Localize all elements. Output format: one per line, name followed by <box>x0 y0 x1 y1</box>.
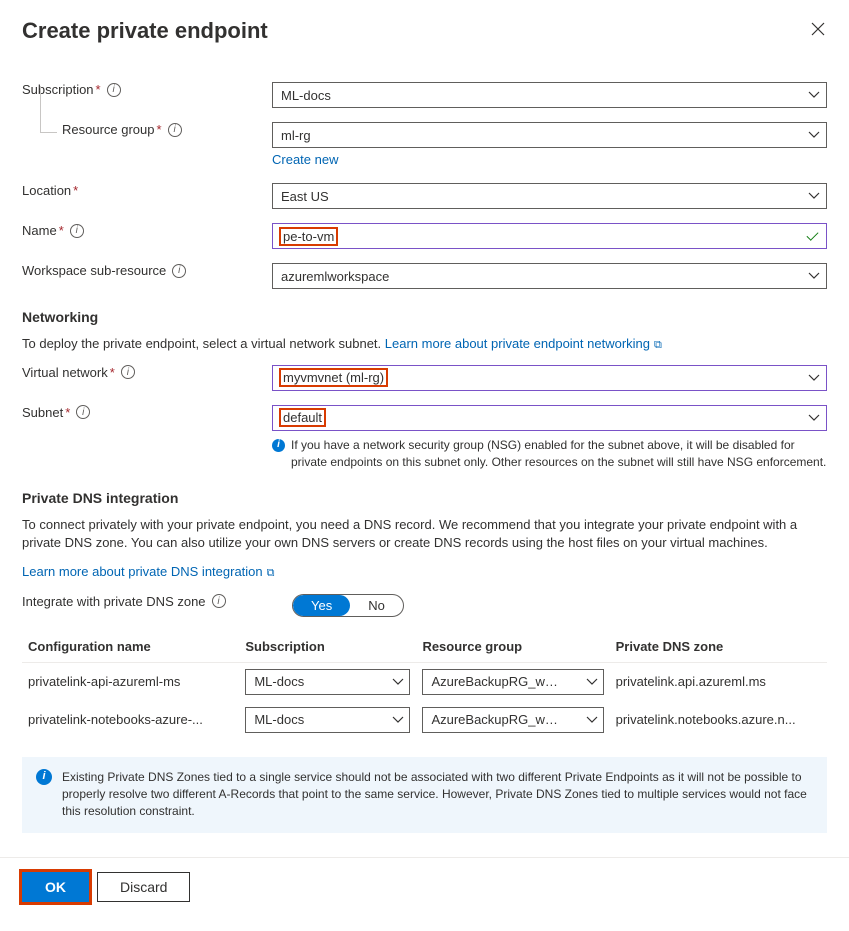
close-icon[interactable] <box>807 18 827 44</box>
chevron-down-icon <box>808 131 820 139</box>
table-row: privatelink-notebooks-azure-... ML-docs … <box>22 701 827 739</box>
vnet-select[interactable]: myvmvnet (ml-rg) <box>272 365 827 391</box>
required-icon: * <box>59 223 64 238</box>
sub-resource-label: Workspace sub-resource <box>22 263 166 278</box>
info-icon[interactable]: i <box>212 594 226 608</box>
name-input[interactable]: pe-to-vm <box>272 223 827 249</box>
row-rg-select[interactable]: AzureBackupRG_westus_1 <box>422 707 603 733</box>
col-subscription-header: Subscription <box>239 631 416 663</box>
chevron-down-icon <box>586 716 598 724</box>
location-value: East US <box>281 189 329 204</box>
chevron-down-icon <box>808 272 820 280</box>
row-subscription-select[interactable]: ML-docs <box>245 669 410 695</box>
dns-alert-text: Existing Private DNS Zones tied to a sin… <box>62 769 813 821</box>
chevron-down-icon <box>808 414 820 422</box>
info-icon[interactable]: i <box>121 365 135 379</box>
subscription-value: ML-docs <box>281 88 331 103</box>
create-new-link[interactable]: Create new <box>272 152 338 167</box>
subscription-select[interactable]: ML-docs <box>272 82 827 108</box>
sub-resource-value: azuremlworkspace <box>281 269 389 284</box>
dns-config-table: Configuration name Subscription Resource… <box>22 631 827 739</box>
required-icon: * <box>110 365 115 380</box>
resource-group-value: ml-rg <box>281 128 311 143</box>
subnet-value: default <box>279 408 326 427</box>
chevron-down-icon <box>392 716 404 724</box>
chevron-down-icon <box>808 91 820 99</box>
info-icon[interactable]: i <box>70 224 84 238</box>
subnet-select[interactable]: default <box>272 405 827 431</box>
external-link-icon: ⧉ <box>654 339 662 351</box>
config-name-cell: privatelink-api-azureml-ms <box>22 662 239 701</box>
chevron-down-icon <box>392 678 404 686</box>
integrate-dns-toggle[interactable]: Yes No <box>292 594 404 617</box>
toggle-no[interactable]: No <box>350 595 403 616</box>
row-subscription-select[interactable]: ML-docs <box>245 707 410 733</box>
networking-heading: Networking <box>22 309 827 325</box>
resource-group-select[interactable]: ml-rg <box>272 122 827 148</box>
table-row: privatelink-api-azureml-ms ML-docs Azure… <box>22 662 827 701</box>
col-rg-header: Resource group <box>416 631 609 663</box>
location-label: Location <box>22 183 71 198</box>
info-icon[interactable]: i <box>172 264 186 278</box>
vnet-value: myvmvnet (ml-rg) <box>279 368 388 387</box>
dns-heading: Private DNS integration <box>22 490 827 506</box>
required-icon: * <box>96 82 101 97</box>
row-rg-select[interactable]: AzureBackupRG_westus_1 <box>422 669 603 695</box>
name-label: Name <box>22 223 57 238</box>
subscription-label: Subscription <box>22 82 94 97</box>
resource-group-label: Resource group <box>62 122 155 137</box>
required-icon: * <box>65 405 70 420</box>
col-zone-header: Private DNS zone <box>610 631 827 663</box>
info-icon[interactable]: i <box>76 405 90 419</box>
row-rg-value: AzureBackupRG_westus_1 <box>431 674 561 689</box>
config-name-cell: privatelink-notebooks-azure-... <box>22 701 239 739</box>
name-value: pe-to-vm <box>279 227 338 246</box>
nsg-note: i If you have a network security group (… <box>272 437 827 471</box>
external-link-icon: ⧉ <box>267 567 275 579</box>
required-icon: * <box>157 122 162 137</box>
sub-resource-select[interactable]: azuremlworkspace <box>272 263 827 289</box>
location-select[interactable]: East US <box>272 183 827 209</box>
dns-alert: i Existing Private DNS Zones tied to a s… <box>22 757 827 833</box>
discard-button[interactable]: Discard <box>97 872 190 902</box>
chevron-down-icon <box>808 192 820 200</box>
row-rg-value: AzureBackupRG_westus_1 <box>431 712 561 727</box>
row-subscription-value: ML-docs <box>254 674 304 689</box>
toggle-yes[interactable]: Yes <box>293 595 350 616</box>
dns-learn-more-link[interactable]: Learn more about private DNS integration… <box>22 564 275 579</box>
info-icon: i <box>36 769 52 785</box>
row-subscription-value: ML-docs <box>254 712 304 727</box>
subnet-label: Subnet <box>22 405 63 420</box>
col-config-header: Configuration name <box>22 631 239 663</box>
ok-button[interactable]: OK <box>22 872 89 902</box>
networking-learn-more-link[interactable]: Learn more about private endpoint networ… <box>385 336 662 351</box>
info-icon: i <box>272 439 285 452</box>
page-title: Create private endpoint <box>22 18 268 44</box>
vnet-label: Virtual network <box>22 365 108 380</box>
zone-cell: privatelink.api.azureml.ms <box>610 662 827 701</box>
chevron-down-icon <box>586 678 598 686</box>
required-icon: * <box>73 183 78 198</box>
nsg-note-text: If you have a network security group (NS… <box>291 437 827 471</box>
dns-desc: To connect privately with your private e… <box>22 516 827 551</box>
chevron-down-icon <box>808 374 820 382</box>
info-icon[interactable]: i <box>107 83 121 97</box>
networking-desc: To deploy the private endpoint, select a… <box>22 336 385 351</box>
info-icon[interactable]: i <box>168 123 182 137</box>
zone-cell: privatelink.notebooks.azure.n... <box>610 701 827 739</box>
integrate-dns-label: Integrate with private DNS zone <box>22 594 206 609</box>
